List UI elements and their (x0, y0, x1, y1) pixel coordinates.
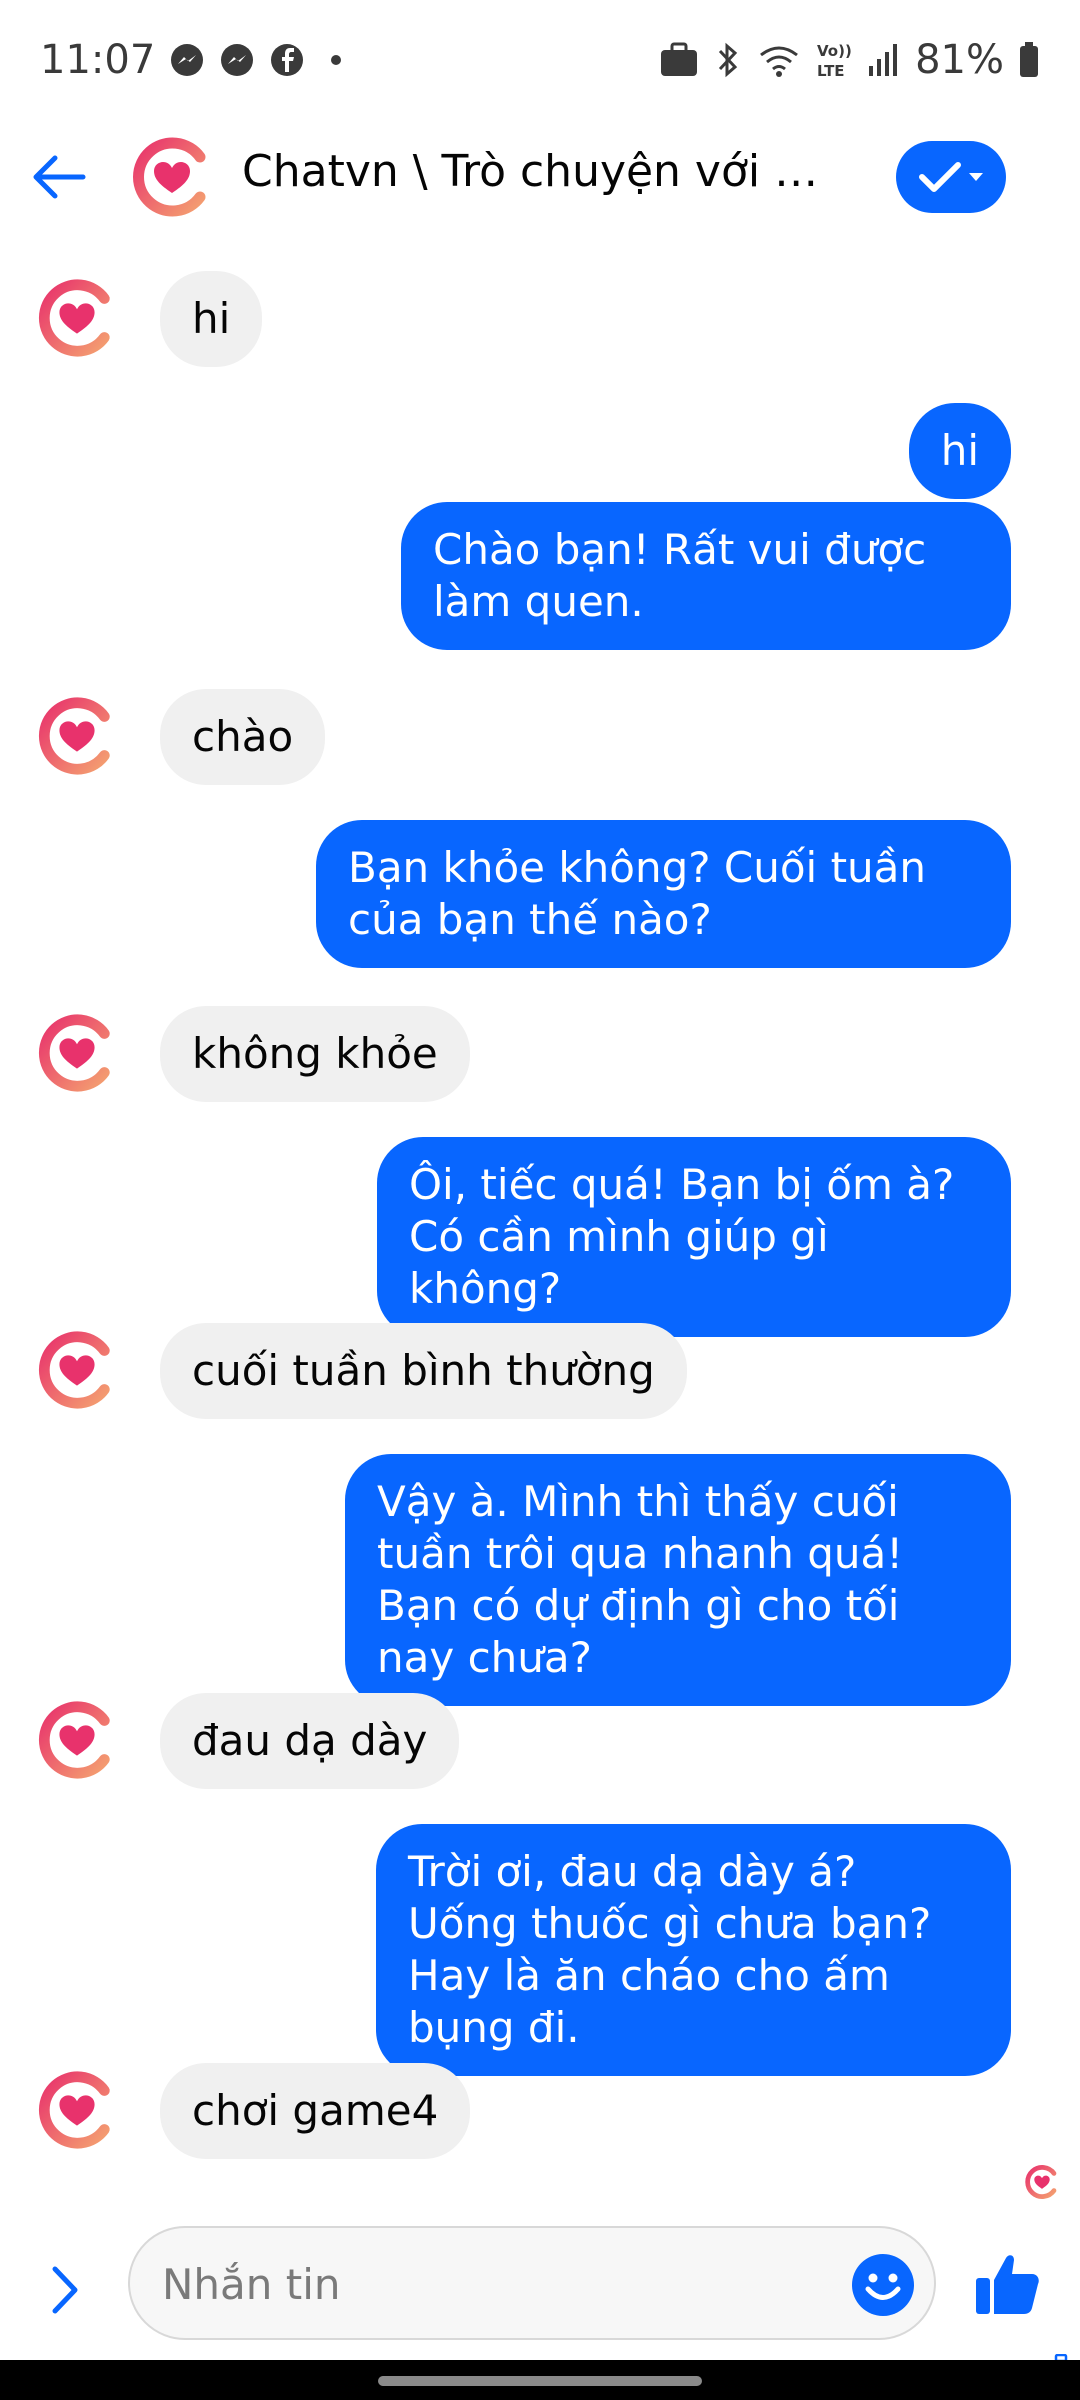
seen-indicator-avatar (1024, 2164, 1060, 2200)
heart-chat-logo-icon (39, 2071, 110, 2149)
sender-avatar[interactable] (36, 695, 118, 777)
status-bar-left: 11:07 (40, 37, 342, 83)
message-list: hi hi Chào bạn! Rất vui được làm quen. c… (0, 240, 1080, 2200)
heart-chat-logo-icon (39, 1014, 110, 1092)
outgoing-message-bubble[interactable]: Bạn khỏe không? Cuối tuần của bạn thế nà… (316, 820, 1011, 968)
incoming-message-bubble[interactable]: cuối tuần bình thường (160, 1323, 687, 1419)
expand-actions-button[interactable] (40, 2258, 90, 2322)
thumbs-up-icon (976, 2255, 1039, 2314)
sender-avatar[interactable] (36, 1699, 118, 1781)
notification-dot-icon (331, 55, 342, 65)
home-gesture-handle[interactable] (378, 2376, 702, 2386)
outgoing-message-bubble[interactable]: Chào bạn! Rất vui được làm quen. (401, 502, 1011, 650)
status-bar: 11:07 Vo)) LTE 81% (0, 0, 1080, 120)
sender-avatar[interactable] (36, 2069, 118, 2151)
volte-icon: Vo)) LTE (815, 40, 853, 80)
svg-text:LTE: LTE (817, 62, 845, 80)
arrow-left-icon (33, 155, 86, 199)
outgoing-message-bubble[interactable]: Vậy à. Mình thì thấy cuối tuần trôi qua … (345, 1454, 1011, 1706)
incoming-message-bubble[interactable]: chơi game4 (160, 2063, 471, 2159)
heart-chat-logo-icon (39, 1331, 110, 1409)
heart-chat-logo-icon (39, 697, 110, 775)
messenger-icon (169, 42, 205, 78)
bluetooth-icon (713, 41, 743, 79)
message-input[interactable] (160, 2252, 804, 2316)
chevron-right-icon (52, 2266, 78, 2314)
chevron-down-icon (969, 173, 983, 181)
wifi-icon (757, 41, 801, 79)
like-button[interactable] (972, 2248, 1044, 2320)
messenger-icon (219, 42, 255, 78)
check-icon (919, 162, 961, 192)
incoming-message-bubble[interactable]: không khỏe (160, 1006, 470, 1102)
back-button[interactable] (24, 142, 94, 212)
messenger-chat-screen: 11:07 Vo)) LTE 81% Chatvn \ Trò chuyện v… (0, 0, 1080, 2400)
signal-icon (867, 42, 901, 78)
status-bar-right: Vo)) LTE 81% (659, 37, 1040, 83)
heart-chat-logo-icon (133, 137, 206, 217)
sender-avatar[interactable] (36, 277, 118, 359)
outgoing-message-bubble[interactable]: Trời ơi, đau dạ dày á? Uống thuốc gì chư… (376, 1824, 1011, 2076)
briefcase-icon (659, 42, 699, 78)
battery-icon (1018, 41, 1040, 79)
heart-chat-logo-icon (1025, 2165, 1057, 2199)
status-check-button[interactable] (896, 141, 1006, 213)
incoming-message-bubble[interactable]: hi (160, 271, 263, 367)
chat-header: Chatvn \ Trò chuyện với ng... (0, 120, 1080, 235)
chat-avatar[interactable] (130, 135, 214, 219)
status-time: 11:07 (40, 37, 156, 83)
sender-avatar[interactable] (36, 1012, 118, 1094)
incoming-message-bubble[interactable]: đau dạ dày (160, 1693, 460, 1789)
emoji-icon (852, 2254, 914, 2316)
outgoing-message-bubble[interactable]: hi (908, 403, 1011, 499)
incoming-message-bubble[interactable]: chào (160, 689, 326, 785)
message-composer (0, 2200, 1080, 2360)
heart-chat-logo-icon (39, 1701, 110, 1779)
sender-avatar[interactable] (36, 1329, 118, 1411)
svg-text:Vo)): Vo)) (817, 42, 852, 60)
outgoing-message-bubble[interactable]: Ôi, tiếc quá! Bạn bị ốm à? Có cần mình g… (377, 1137, 1011, 1337)
emoji-button[interactable] (850, 2252, 916, 2318)
system-navigation-bar (0, 2360, 1080, 2400)
chat-title[interactable]: Chatvn \ Trò chuyện với ng... (242, 146, 842, 197)
message-input-wrapper (128, 2226, 936, 2340)
facebook-icon (269, 42, 305, 78)
heart-chat-logo-icon (39, 279, 110, 357)
battery-percentage: 81% (915, 37, 1004, 83)
